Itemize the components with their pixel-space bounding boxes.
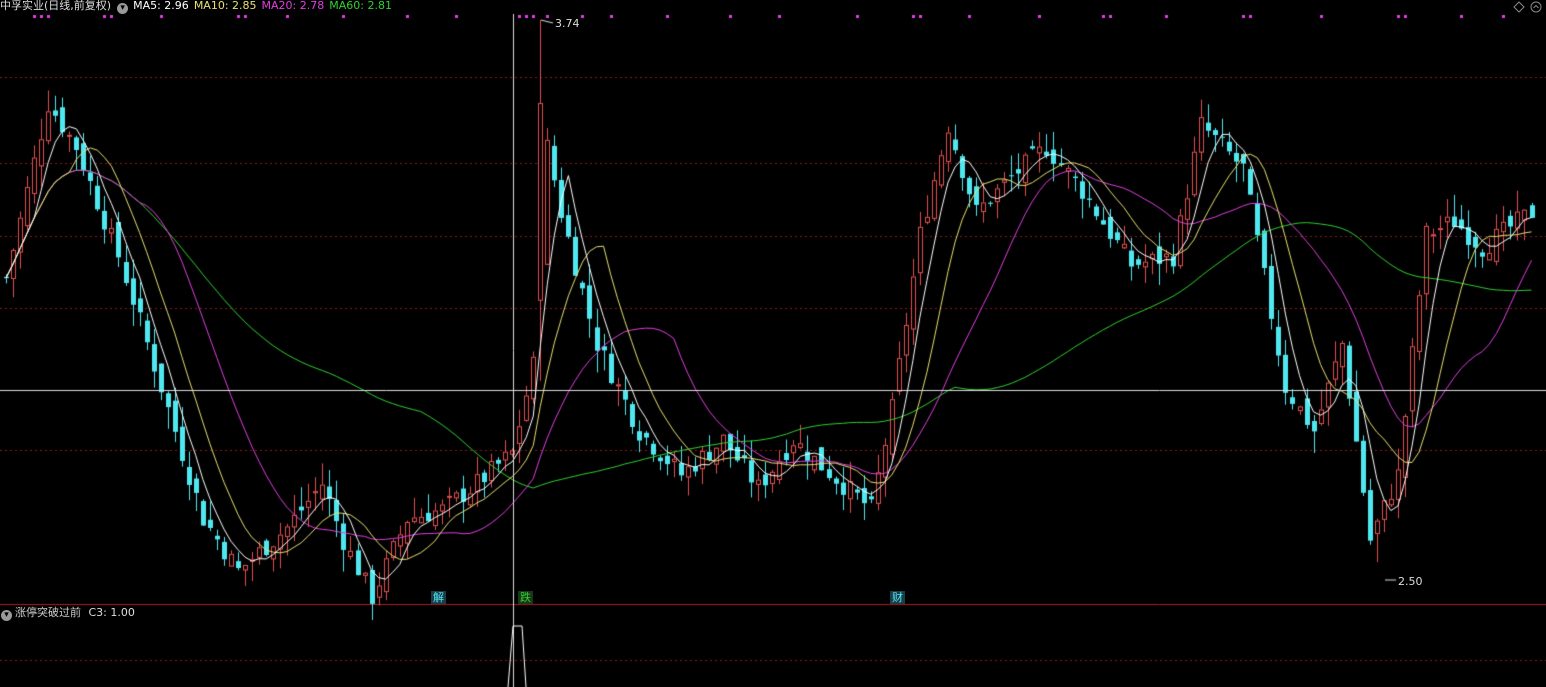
event-tag-finance[interactable]: 财: [890, 591, 905, 604]
ma60-value: MA60: 2.81: [329, 0, 392, 12]
diamond-icon[interactable]: [1513, 1, 1525, 13]
ma5-value: MA5: 2.96: [133, 0, 189, 12]
max-price-label: 3.74: [555, 17, 580, 30]
event-tag-unlock[interactable]: 解: [431, 591, 446, 604]
dropdown-circle-icon[interactable]: ▾: [1, 610, 12, 621]
subpanel-title: 涨停突破过前: [15, 606, 81, 619]
min-price-label: 2.50: [1398, 575, 1423, 588]
dropdown-circle-icon[interactable]: ▾: [117, 3, 129, 14]
subpanel-c3: C3: 1.00: [88, 606, 135, 619]
event-tag-drop[interactable]: 跌: [518, 591, 533, 604]
ma20-value: MA20: 2.78: [261, 0, 325, 12]
ma10-value: MA10: 2.85: [193, 0, 257, 12]
chart-header: 中孚实业(日线,前复权) ▾ MA5: 2.96 MA10: 2.85 MA20: 2.…: [0, 0, 397, 14]
subpanel-header: ▾ 涨停突破过前 C3: 1.00: [0, 606, 135, 621]
candlestick-chart[interactable]: [0, 0, 1546, 687]
chevron-up-circle-icon[interactable]: [1530, 1, 1542, 13]
stock-title: 中孚实业(日线,前复权): [0, 0, 112, 12]
